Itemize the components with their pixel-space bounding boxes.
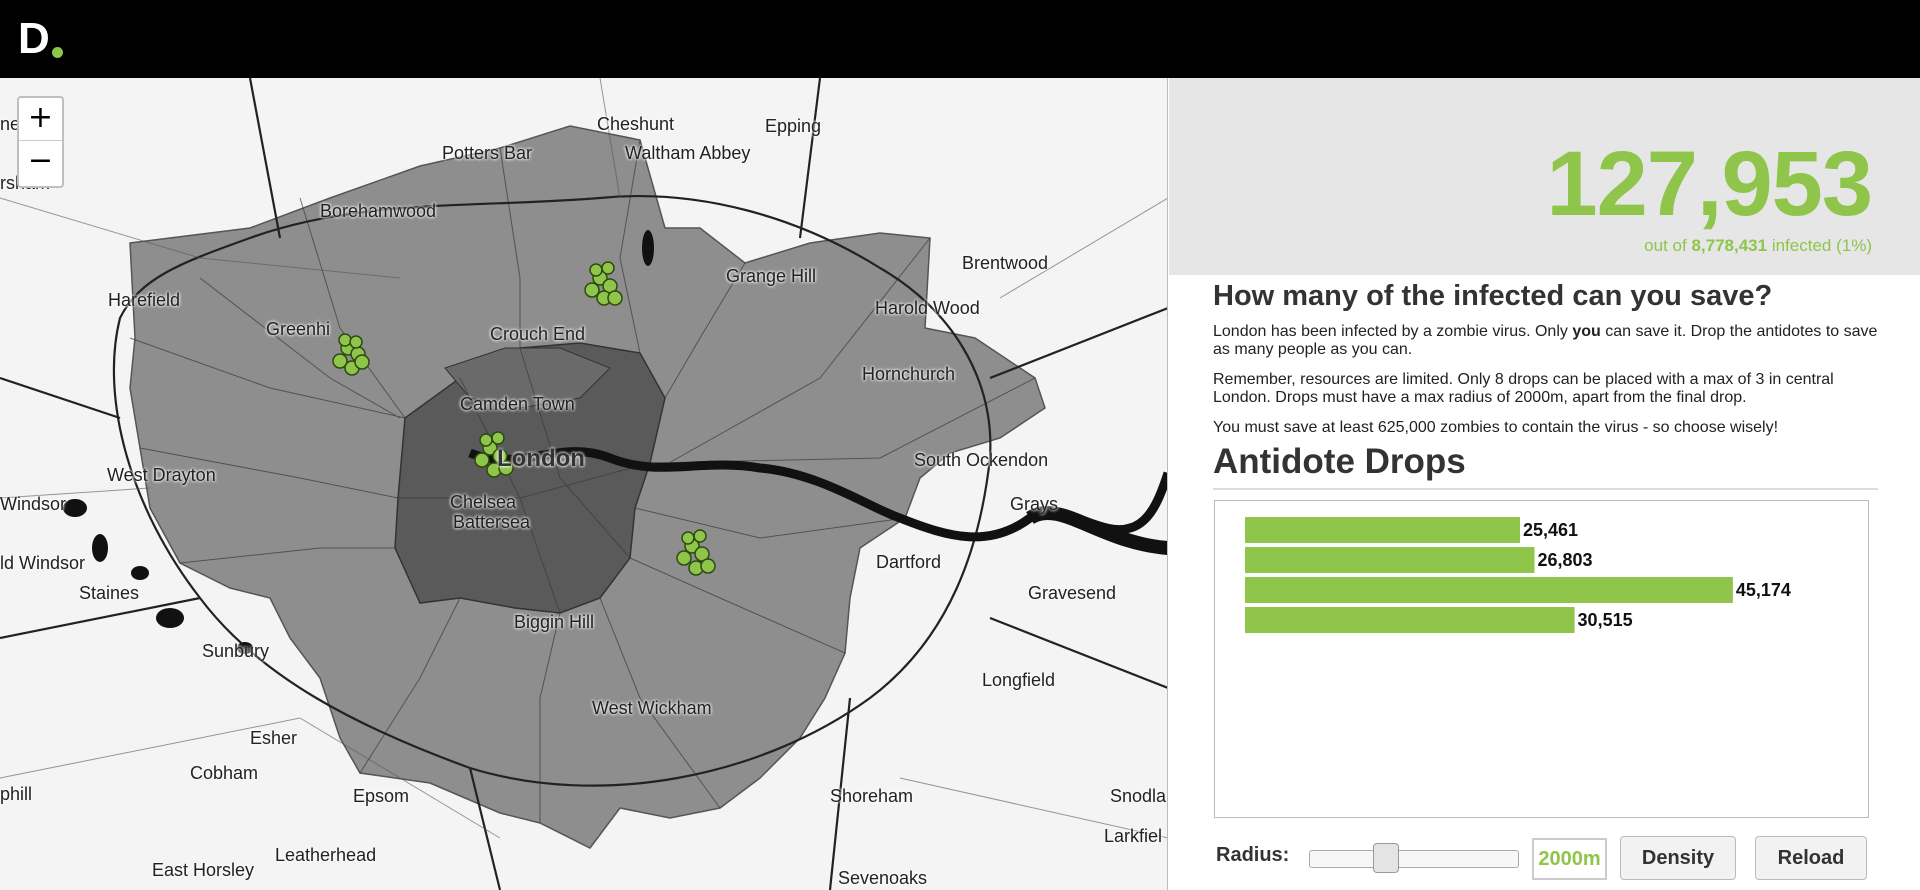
place-label: Crouch End [490,324,586,344]
place-label: Epping [765,116,822,136]
side-panel: 127,953 out of 8,778,431 infected (1%) H… [1169,78,1920,890]
place-label: Chelsea [450,492,517,512]
zoom-in-button[interactable]: + [19,98,62,141]
place-label: Sevenoaks [838,868,928,888]
drops-divider [1213,488,1878,490]
infected-suffix: infected (1%) [1771,236,1872,255]
place-label: West Drayton [107,465,216,485]
place-label: West Wickham [592,698,712,718]
place-label: South Ockendon [914,450,1049,470]
drops-heading: Antidote Drops [1213,442,1466,481]
density-button[interactable]: Density [1620,836,1736,880]
infected-total: 8,778,431 [1691,236,1768,255]
place-label: Biggin Hill [514,612,595,632]
place-label: Snodla [1110,786,1167,806]
place-label: Potters Bar [442,143,533,163]
intro-text-emphasis: you [1572,323,1601,340]
place-label: Harefield [108,290,181,310]
top-bar: D [0,0,1920,78]
place-label: Sunbury [202,641,270,661]
place-label: Greenhi [266,319,331,339]
drop-bar-label: 45,174 [1736,580,1791,600]
place-label: Shoreham [830,786,914,806]
intro-paragraph: London has been infected by a zombie vir… [1213,323,1881,359]
question-heading: How many of the infected can you save? [1213,280,1773,312]
place-label: Harold Wood [875,298,980,318]
place-label: Epsom [353,786,410,806]
drops-bars: 25,461 26,803 45,174 30,515 [1245,517,1791,633]
place-label: Cheshunt [597,114,675,134]
drop-bar [1245,607,1575,633]
place-label: Cobham [190,763,259,783]
saved-count: 127,953 [1546,133,1873,235]
zoom-control: + − [17,96,64,188]
logo-dot [52,47,63,58]
place-label: Hornchurch [862,364,956,384]
place-label: Gravesend [1028,583,1117,603]
reload-button[interactable]: Reload [1755,836,1867,880]
infected-total-line: out of 8,778,431 infected (1%) [1644,236,1872,256]
place-label: Leatherhead [275,845,377,865]
place-label: Camden Town [460,394,575,414]
radius-slider-handle[interactable] [1373,843,1400,873]
radius-value-field[interactable]: 2000m [1532,838,1607,880]
place-label: Brentwood [962,253,1049,273]
goal-paragraph: You must save at least 625,000 zombies t… [1213,419,1779,436]
place-label: Esher [250,728,298,748]
logo[interactable]: D [18,16,50,62]
place-label: Borehamwood [320,201,437,221]
radius-label: Radius: [1216,844,1290,866]
drop-bar [1245,577,1733,603]
rules-paragraph: Remember, resources are limited. Only 8 … [1213,371,1834,406]
infected-prefix: out of [1644,236,1687,255]
place-label: East Horsley [152,860,255,880]
antidote-drops-chart: 25,461 26,803 45,174 30,515 [1214,500,1869,818]
drop-bar-label: 25,461 [1523,520,1578,540]
place-label: Windsor [0,494,67,514]
place-label: Longfield [982,670,1056,690]
drop-bar-label: 26,803 [1537,550,1592,570]
place-label: London [497,445,585,472]
place-label: ld Windsor [0,553,86,573]
place-label: Grays [1010,494,1059,514]
drop-bar-label: 30,515 [1578,610,1633,630]
saved-counter: 127,953 out of 8,778,431 infected (1%) [1169,78,1920,275]
drop-bar [1245,547,1535,573]
place-label: phill [0,784,33,804]
place-label: Staines [79,583,140,603]
zoom-out-button[interactable]: − [19,141,62,184]
intro-text-start: London has been infected by a zombie vir… [1213,323,1568,340]
drop-bar [1245,517,1520,543]
place-label: Larkfiel [1104,826,1163,846]
map[interactable]: Cheshunt Epping Potters Bar Waltham Abbe… [0,78,1168,890]
place-label: Grange Hill [726,266,817,286]
place-label: Battersea [453,512,531,532]
radius-controls: Radius: 2000m Density Reload [1214,832,1874,882]
radius-slider-track[interactable] [1309,850,1519,868]
place-label: Waltham Abbey [625,143,751,163]
place-label: Dartford [876,552,942,572]
